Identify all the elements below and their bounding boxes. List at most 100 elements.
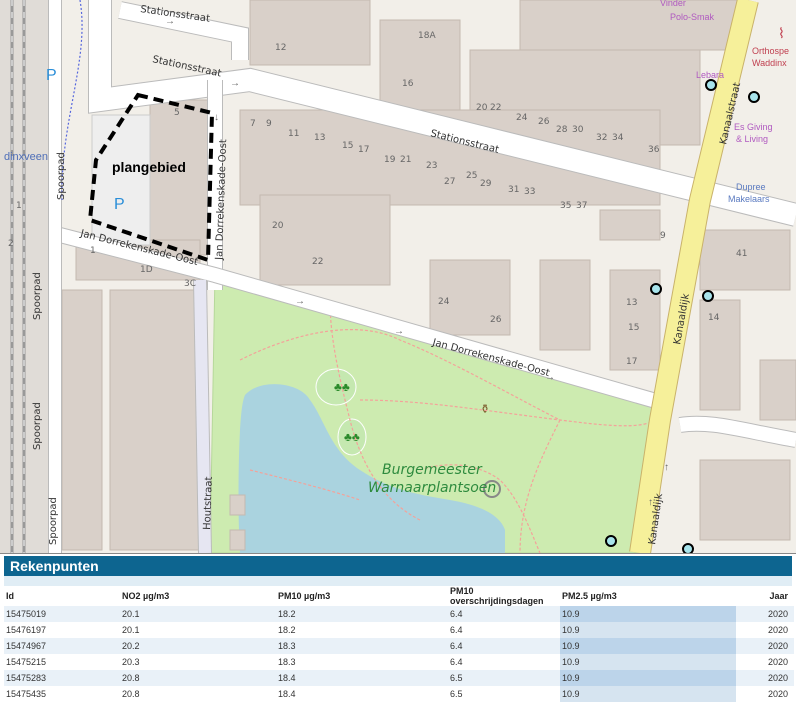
house-number: 29 bbox=[480, 179, 492, 189]
cell-no2: 20.1 bbox=[122, 625, 140, 635]
column-header-jaar[interactable]: Jaar bbox=[736, 586, 794, 606]
cell-pm25: 10.9 bbox=[560, 622, 736, 638]
house-number: 23 bbox=[426, 161, 437, 171]
poi-vinder: Vinder bbox=[660, 0, 686, 8]
measurement-point-icon[interactable] bbox=[605, 535, 617, 547]
measurement-point-icon[interactable] bbox=[702, 290, 714, 302]
house-number: 9 bbox=[266, 119, 272, 129]
cell-jaar: 2020 bbox=[767, 625, 788, 635]
house-number: 14 bbox=[708, 313, 720, 323]
station-label: dinxveen bbox=[4, 151, 48, 163]
house-number: 27 bbox=[444, 177, 455, 187]
street-spoorpad-bottom-left: Spoorpad bbox=[32, 402, 43, 450]
house-number: 41 bbox=[736, 249, 747, 259]
street-houtstraat: Houtstraat bbox=[202, 476, 215, 530]
tree-icon-1: ♣♣ bbox=[334, 380, 350, 394]
park-name-line2: Warnaarplantsoen bbox=[368, 480, 496, 496]
svg-text:→: → bbox=[394, 326, 404, 337]
measurement-point-icon[interactable] bbox=[705, 79, 717, 91]
table-row[interactable]: 15474967 20.2 18.3 6.4 10.9 2020 bbox=[4, 638, 794, 654]
house-number: 20 bbox=[476, 103, 488, 113]
street-spoorpad-bottom: Spoorpad bbox=[48, 497, 59, 545]
parking-icon: P bbox=[114, 196, 125, 213]
cell-jaar: 2020 bbox=[736, 670, 794, 686]
table-row[interactable]: 15475283 20.8 18.4 6.5 10.9 2020 bbox=[4, 670, 794, 686]
cell-id: 15475019 bbox=[4, 606, 120, 622]
column-header-pm25[interactable]: PM2.5 µg/m3 bbox=[560, 586, 736, 606]
column-header-pm10-days[interactable]: PM10 overschrijdingsdagen bbox=[448, 586, 560, 606]
parking-icon-2: P bbox=[46, 67, 57, 84]
table-row[interactable]: 15475019 20.1 18.2 6.4 10.9 2020 bbox=[4, 606, 794, 622]
house-number: 15 bbox=[628, 323, 639, 333]
svg-text:↓: ↓ bbox=[214, 112, 219, 123]
track-number: 2 bbox=[8, 239, 14, 249]
measurement-point-icon[interactable] bbox=[650, 283, 662, 295]
poi-es-giving-2: & Living bbox=[736, 134, 768, 144]
cell-id: 15476197 bbox=[6, 625, 47, 635]
cell-id: 15475283 bbox=[4, 670, 120, 686]
house-number: 31 bbox=[508, 185, 519, 195]
house-number: 9 bbox=[660, 231, 666, 241]
house-number: 1 bbox=[90, 246, 96, 256]
measurement-point-icon[interactable] bbox=[748, 91, 760, 103]
map-canvas[interactable]: ♣♣ ♣♣ ⚱ plangebied P P Stationsstraat St… bbox=[0, 0, 796, 553]
rekenpunten-table: Id NO2 µg/m3 PM10 µg/m3 PM10 overschrijd… bbox=[4, 586, 794, 702]
cell-jaar: 2020 bbox=[767, 657, 788, 667]
cell-id: 15474967 bbox=[4, 638, 120, 654]
cell-pm25: 10.9 bbox=[560, 670, 736, 686]
panel-header-band bbox=[4, 576, 792, 586]
parking-lot bbox=[91, 114, 151, 246]
track-number: 1 bbox=[16, 201, 22, 211]
park-name-line1: Burgemeester bbox=[382, 462, 483, 478]
map-view[interactable]: ♣♣ ♣♣ ⚱ plangebied P P Stationsstraat St… bbox=[0, 0, 796, 553]
column-header-id[interactable]: Id bbox=[4, 586, 120, 606]
cell-id: 15475435 bbox=[6, 689, 47, 699]
cell-pm25: 10.9 bbox=[560, 606, 736, 622]
cell-pm10: 18.2 bbox=[276, 606, 448, 622]
house-number: 21 bbox=[400, 155, 411, 165]
table-row[interactable]: 15476197 20.1 18.2 6.4 10.9 2020 bbox=[4, 622, 794, 638]
cell-no2: 20.8 bbox=[120, 670, 276, 686]
house-number: 24 bbox=[438, 297, 450, 307]
table-row[interactable]: 15475435 20.8 18.4 6.5 10.9 2020 bbox=[4, 686, 794, 702]
house-number: 13 bbox=[314, 133, 325, 143]
measurement-point-icon[interactable] bbox=[682, 543, 694, 553]
panel-title: Rekenpunten bbox=[4, 556, 792, 576]
svg-text:→: → bbox=[165, 16, 175, 27]
cell-pm10: 18.2 bbox=[278, 625, 296, 635]
poi-dupree-1: Dupree bbox=[736, 182, 766, 192]
house-number: 11 bbox=[288, 129, 299, 139]
svg-text:↑: ↑ bbox=[664, 462, 669, 473]
house-number: 35 bbox=[560, 201, 571, 211]
rekenpunten-panel: Rekenpunten Id NO2 µg/m3 PM10 µg/m3 PM10… bbox=[0, 553, 796, 702]
cell-pm10: 18.4 bbox=[278, 689, 296, 699]
cell-pm10-days: 6.5 bbox=[450, 689, 463, 699]
house-number: 30 bbox=[572, 125, 584, 135]
poi-waddinx: Waddinx bbox=[752, 58, 787, 68]
street-spoorpad-top: Spoorpad bbox=[56, 152, 67, 200]
poi-lebara: Lebara bbox=[696, 70, 724, 80]
cell-pm10-days: 6.4 bbox=[450, 657, 463, 667]
svg-text:↑: ↑ bbox=[648, 497, 653, 508]
table-row[interactable]: 15475215 20.3 18.3 6.4 10.9 2020 bbox=[4, 654, 794, 670]
house-number: 22 bbox=[312, 257, 323, 267]
cell-jaar: 2020 bbox=[767, 689, 788, 699]
house-number: 33 bbox=[524, 187, 535, 197]
house-number: 25 bbox=[466, 171, 477, 181]
column-header-pm10[interactable]: PM10 µg/m3 bbox=[276, 586, 448, 606]
cell-no2: 20.1 bbox=[120, 606, 276, 622]
cell-pm25: 10.9 bbox=[560, 638, 736, 654]
house-number: 36 bbox=[648, 145, 660, 155]
column-header-no2[interactable]: NO2 µg/m3 bbox=[120, 586, 276, 606]
cell-no2: 20.8 bbox=[122, 689, 140, 699]
poi-polo-smak: Polo-Smak bbox=[670, 12, 715, 22]
house-number: 28 bbox=[556, 125, 568, 135]
house-number: 17 bbox=[358, 145, 369, 155]
cell-pm10: 18.4 bbox=[276, 670, 448, 686]
cell-pm10-days: 6.4 bbox=[448, 606, 560, 622]
poi-es-giving-1: Es Giving bbox=[734, 122, 773, 132]
playground-icon: ⚱ bbox=[480, 402, 490, 416]
cell-pm10: 18.3 bbox=[276, 638, 448, 654]
cell-jaar: 2020 bbox=[736, 606, 794, 622]
poi-orthospe: Orthospe bbox=[752, 46, 789, 56]
